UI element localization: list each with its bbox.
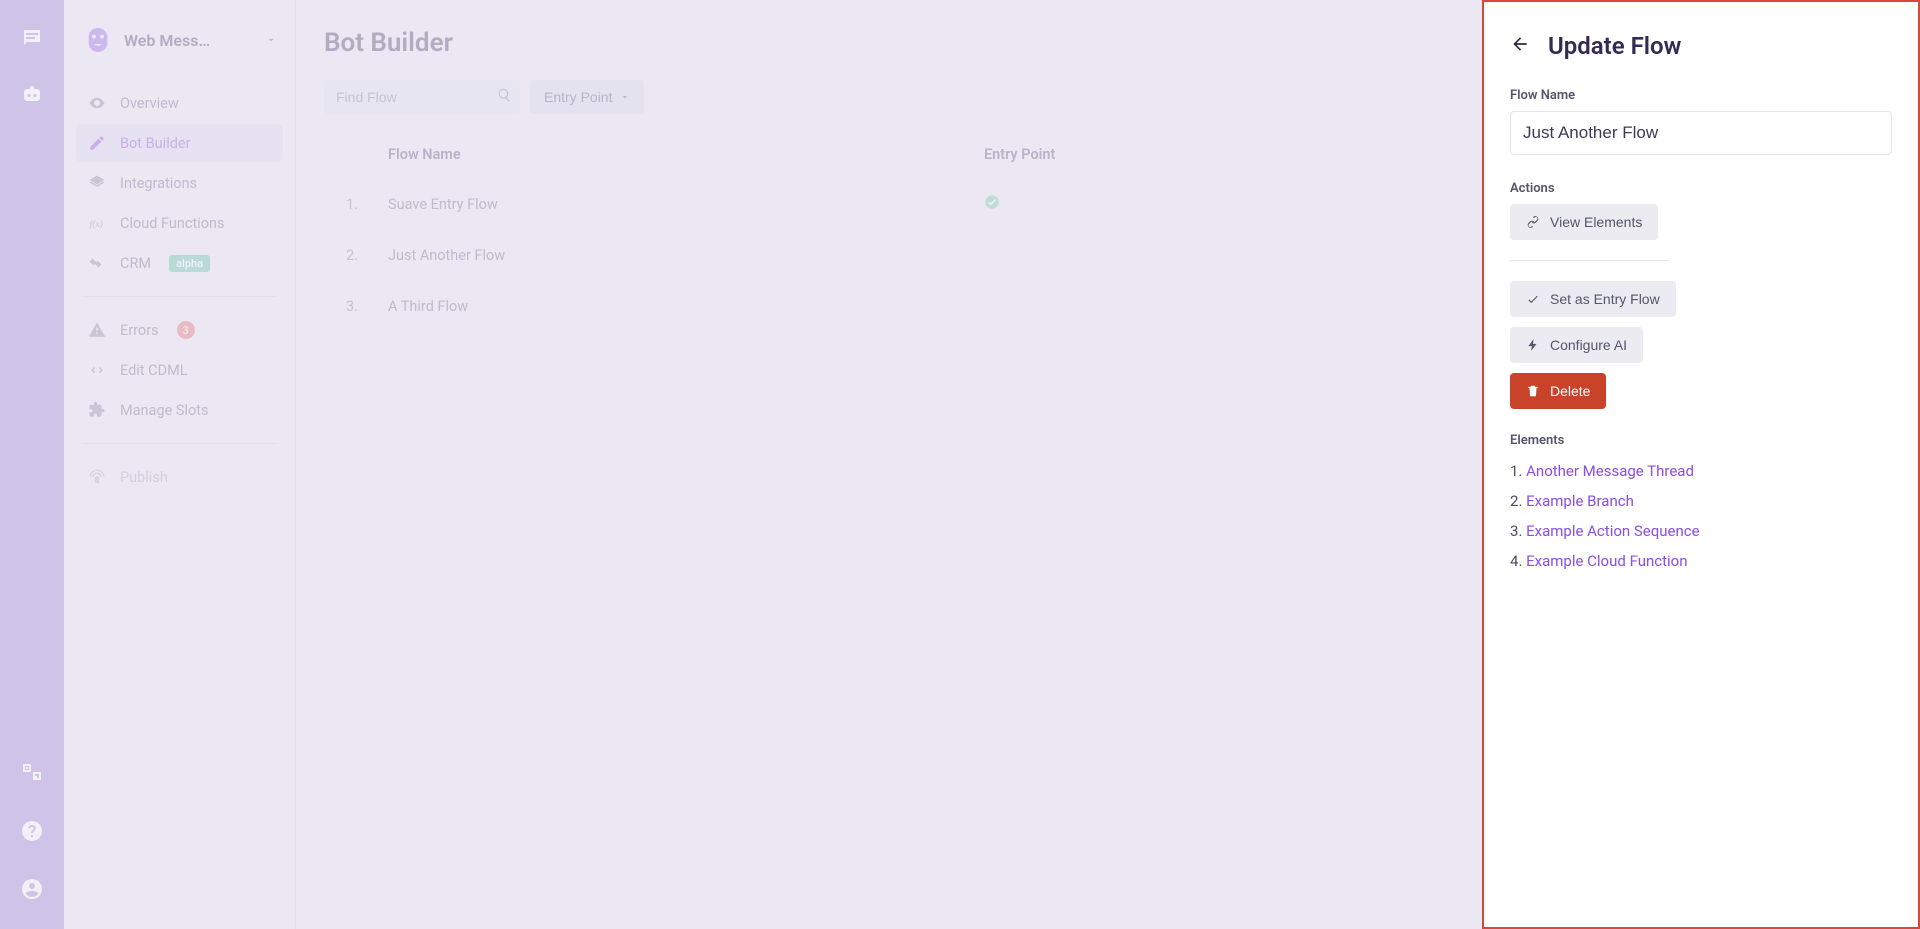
sidebar-item-label: Bot Builder	[120, 135, 191, 152]
sidebar-item-manage-slots[interactable]: Manage Slots	[76, 391, 283, 429]
flow-name-input[interactable]	[1510, 111, 1892, 155]
eye-icon	[88, 94, 106, 112]
sidebar-item-label: Edit CDML	[120, 362, 188, 379]
element-item: Example Branch	[1510, 486, 1892, 516]
check-circle-icon	[984, 197, 1000, 214]
rail-translate-icon[interactable]	[14, 755, 50, 791]
pencil-icon	[88, 134, 106, 152]
icon-rail	[0, 0, 64, 929]
dropdown-label: Entry Point	[544, 89, 612, 105]
row-flow-name: Suave Entry Flow	[380, 178, 976, 231]
row-number: 2.	[324, 231, 380, 281]
handshake-icon	[88, 254, 106, 272]
sidebar-item-label: Publish	[120, 469, 168, 486]
view-elements-button[interactable]: View Elements	[1510, 204, 1658, 240]
element-item: Another Message Thread	[1510, 456, 1892, 486]
fx-icon: f(x)	[88, 214, 106, 232]
caret-down-icon	[620, 92, 630, 102]
sidebar-item-cloud-functions[interactable]: f(x) Cloud Functions	[76, 204, 283, 242]
owl-icon	[82, 24, 114, 56]
row-flow-name: A Third Flow	[380, 281, 976, 332]
sidebar-item-integrations[interactable]: Integrations	[76, 164, 283, 202]
caret-down-icon	[265, 31, 277, 50]
flow-name-label: Flow Name	[1510, 88, 1892, 103]
divider	[1510, 260, 1670, 261]
sidebar-item-label: Cloud Functions	[120, 215, 224, 232]
delete-button[interactable]: Delete	[1510, 373, 1606, 409]
sidebar-item-publish: Publish	[76, 458, 283, 496]
workspace-name: Web Mess…	[124, 31, 255, 50]
puzzle-icon	[88, 401, 106, 419]
configure-ai-button[interactable]: Configure AI	[1510, 327, 1643, 363]
sidebar-item-overview[interactable]: Overview	[76, 84, 283, 122]
sidebar: Web Mess… Overview Bot Builder Integrati…	[64, 0, 296, 929]
workspace-selector[interactable]: Web Mess…	[76, 24, 283, 84]
elements-label: Elements	[1510, 433, 1892, 448]
row-entry-point	[976, 178, 1367, 231]
sidebar-item-label: CRM	[120, 255, 151, 272]
error-count-badge: 3	[177, 321, 195, 339]
rail-chat-icon[interactable]	[14, 20, 50, 56]
col-entry-point: Entry Point	[976, 132, 1367, 178]
code-icon	[88, 361, 106, 379]
update-flow-panel: Update Flow Flow Name Actions View Eleme…	[1482, 0, 1920, 929]
element-link[interactable]: Example Branch	[1526, 492, 1634, 510]
row-number: 1.	[324, 178, 380, 231]
panel-title: Update Flow	[1548, 32, 1681, 60]
sidebar-item-errors[interactable]: Errors 3	[76, 311, 283, 349]
entry-point-dropdown[interactable]: Entry Point	[530, 80, 644, 114]
element-item: Example Cloud Function	[1510, 546, 1892, 576]
svg-text:f(x): f(x)	[90, 219, 104, 230]
row-number: 3.	[324, 281, 380, 332]
row-entry-point	[976, 281, 1367, 332]
divider	[82, 443, 277, 444]
search-input[interactable]	[324, 80, 520, 114]
broadcast-icon	[88, 468, 106, 486]
check-icon	[1526, 292, 1540, 306]
row-flow-name: Just Another Flow	[380, 231, 976, 281]
sidebar-item-crm[interactable]: CRM alpha	[76, 244, 283, 282]
sidebar-item-label: Manage Slots	[120, 402, 209, 419]
link-icon	[1526, 215, 1540, 229]
element-link[interactable]: Another Message Thread	[1526, 462, 1694, 480]
rail-user-icon[interactable]	[14, 871, 50, 907]
bolt-icon	[1526, 338, 1540, 352]
col-flow-name: Flow Name	[380, 132, 976, 178]
back-button[interactable]	[1510, 34, 1530, 58]
actions-label: Actions	[1510, 181, 1892, 196]
layers-icon	[88, 174, 106, 192]
sidebar-item-bot-builder[interactable]: Bot Builder	[76, 124, 283, 162]
set-entry-flow-button[interactable]: Set as Entry Flow	[1510, 281, 1676, 317]
sidebar-item-edit-cdml[interactable]: Edit CDML	[76, 351, 283, 389]
sidebar-item-label: Overview	[120, 95, 179, 112]
search-icon[interactable]	[497, 88, 512, 107]
sidebar-item-label: Integrations	[120, 175, 197, 192]
sidebar-item-label: Errors	[120, 322, 159, 339]
alpha-badge: alpha	[169, 255, 210, 272]
search-flow	[324, 80, 520, 114]
row-entry-point	[976, 231, 1367, 281]
element-item: Example Action Sequence	[1510, 516, 1892, 546]
divider	[82, 296, 277, 297]
element-link[interactable]: Example Cloud Function	[1526, 552, 1687, 570]
rail-help-icon[interactable]	[14, 813, 50, 849]
element-link[interactable]: Example Action Sequence	[1526, 522, 1699, 540]
trash-icon	[1526, 384, 1540, 398]
rail-bot-icon[interactable]	[14, 78, 50, 114]
warning-icon	[88, 321, 106, 339]
